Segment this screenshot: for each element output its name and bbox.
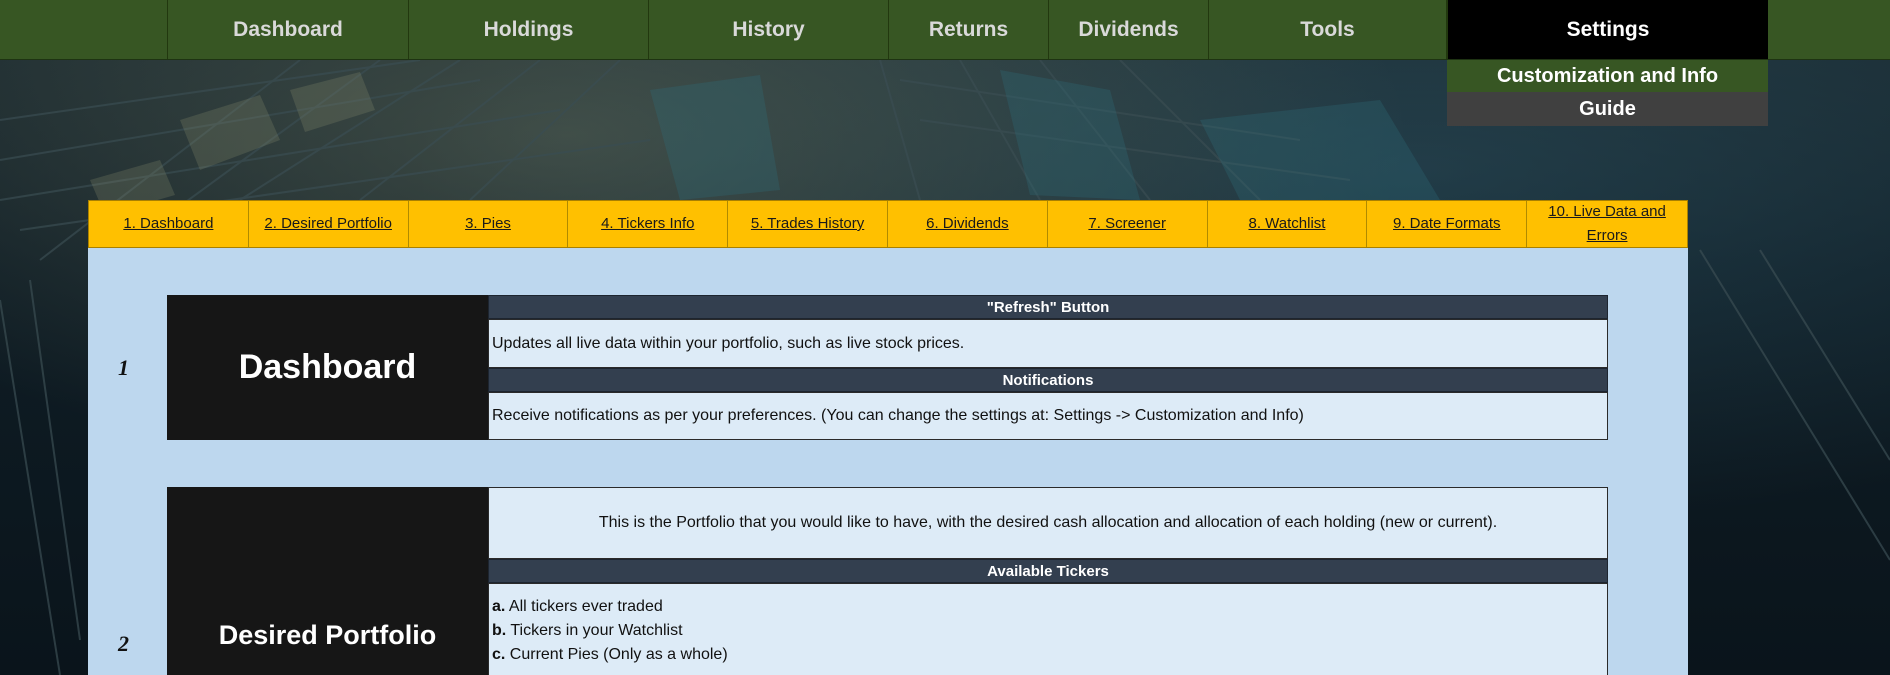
- list-item-text: All tickers ever traded: [505, 598, 663, 615]
- list-item: c. Current Pies (Only as a whole): [492, 643, 1607, 667]
- guide-content-panel: 1 Dashboard "Refresh" Button Updates all…: [88, 248, 1688, 675]
- tab-watchlist[interactable]: 8. Watchlist: [1208, 201, 1368, 247]
- list-item-key: a.: [492, 598, 506, 615]
- refresh-button-description: Updates all live data within your portfo…: [488, 319, 1608, 368]
- guide-tabs: 1. Dashboard 2. Desired Portfolio 3. Pie…: [88, 200, 1688, 248]
- tab-pies[interactable]: 3. Pies: [409, 201, 569, 247]
- nav-history[interactable]: History: [648, 0, 888, 59]
- tab-live-data-and-errors[interactable]: 10. Live Data and Errors: [1527, 201, 1687, 247]
- available-tickers-list: a. All tickers ever traded b. Tickers in…: [488, 583, 1608, 675]
- notifications-description: Receive notifications as per your prefer…: [488, 392, 1608, 440]
- tab-desired-portfolio[interactable]: 2. Desired Portfolio: [249, 201, 409, 247]
- nav-settings[interactable]: Settings: [1447, 0, 1768, 59]
- list-item-key: b.: [492, 622, 507, 639]
- list-item: b. Tickers in your Watchlist: [492, 619, 1607, 643]
- section-number-2: 2: [118, 631, 129, 656]
- tab-tickers-info[interactable]: 4. Tickers Info: [568, 201, 729, 247]
- nav-dashboard[interactable]: Dashboard: [167, 0, 408, 59]
- tab-screener[interactable]: 7. Screener: [1048, 201, 1208, 247]
- dropdown-customization-and-info[interactable]: Customization and Info: [1447, 60, 1768, 92]
- list-item-text: Tickers in your Watchlist: [506, 622, 683, 639]
- list-item-key: c.: [492, 646, 506, 663]
- tab-date-formats[interactable]: 9. Date Formats: [1367, 201, 1528, 247]
- nav-holdings[interactable]: Holdings: [408, 0, 648, 59]
- list-item-text: Current Pies (Only as a whole): [505, 646, 728, 663]
- refresh-button-header: "Refresh" Button: [488, 295, 1608, 319]
- section-number-1: 1: [118, 355, 129, 380]
- nav-tools[interactable]: Tools: [1208, 0, 1447, 59]
- section-title-dashboard: Dashboard: [167, 295, 488, 440]
- tab-dividends[interactable]: 6. Dividends: [888, 201, 1048, 247]
- nav-dividends[interactable]: Dividends: [1048, 0, 1208, 59]
- desired-portfolio-intro: This is the Portfolio that you would lik…: [488, 487, 1608, 559]
- available-tickers-header: Available Tickers: [488, 559, 1608, 583]
- dropdown-guide[interactable]: Guide: [1447, 92, 1768, 126]
- section-title-desired-portfolio: Desired Portfolio: [167, 487, 488, 675]
- top-navigation-bar: Dashboard Holdings History Returns Divid…: [0, 0, 1890, 60]
- list-item: a. All tickers ever traded: [492, 595, 1607, 619]
- notifications-header: Notifications: [488, 368, 1608, 392]
- nav-returns[interactable]: Returns: [888, 0, 1048, 59]
- tab-trades-history[interactable]: 5. Trades History: [728, 201, 888, 247]
- tab-dashboard[interactable]: 1. Dashboard: [89, 201, 249, 247]
- settings-dropdown: Customization and Info Guide: [1447, 60, 1768, 126]
